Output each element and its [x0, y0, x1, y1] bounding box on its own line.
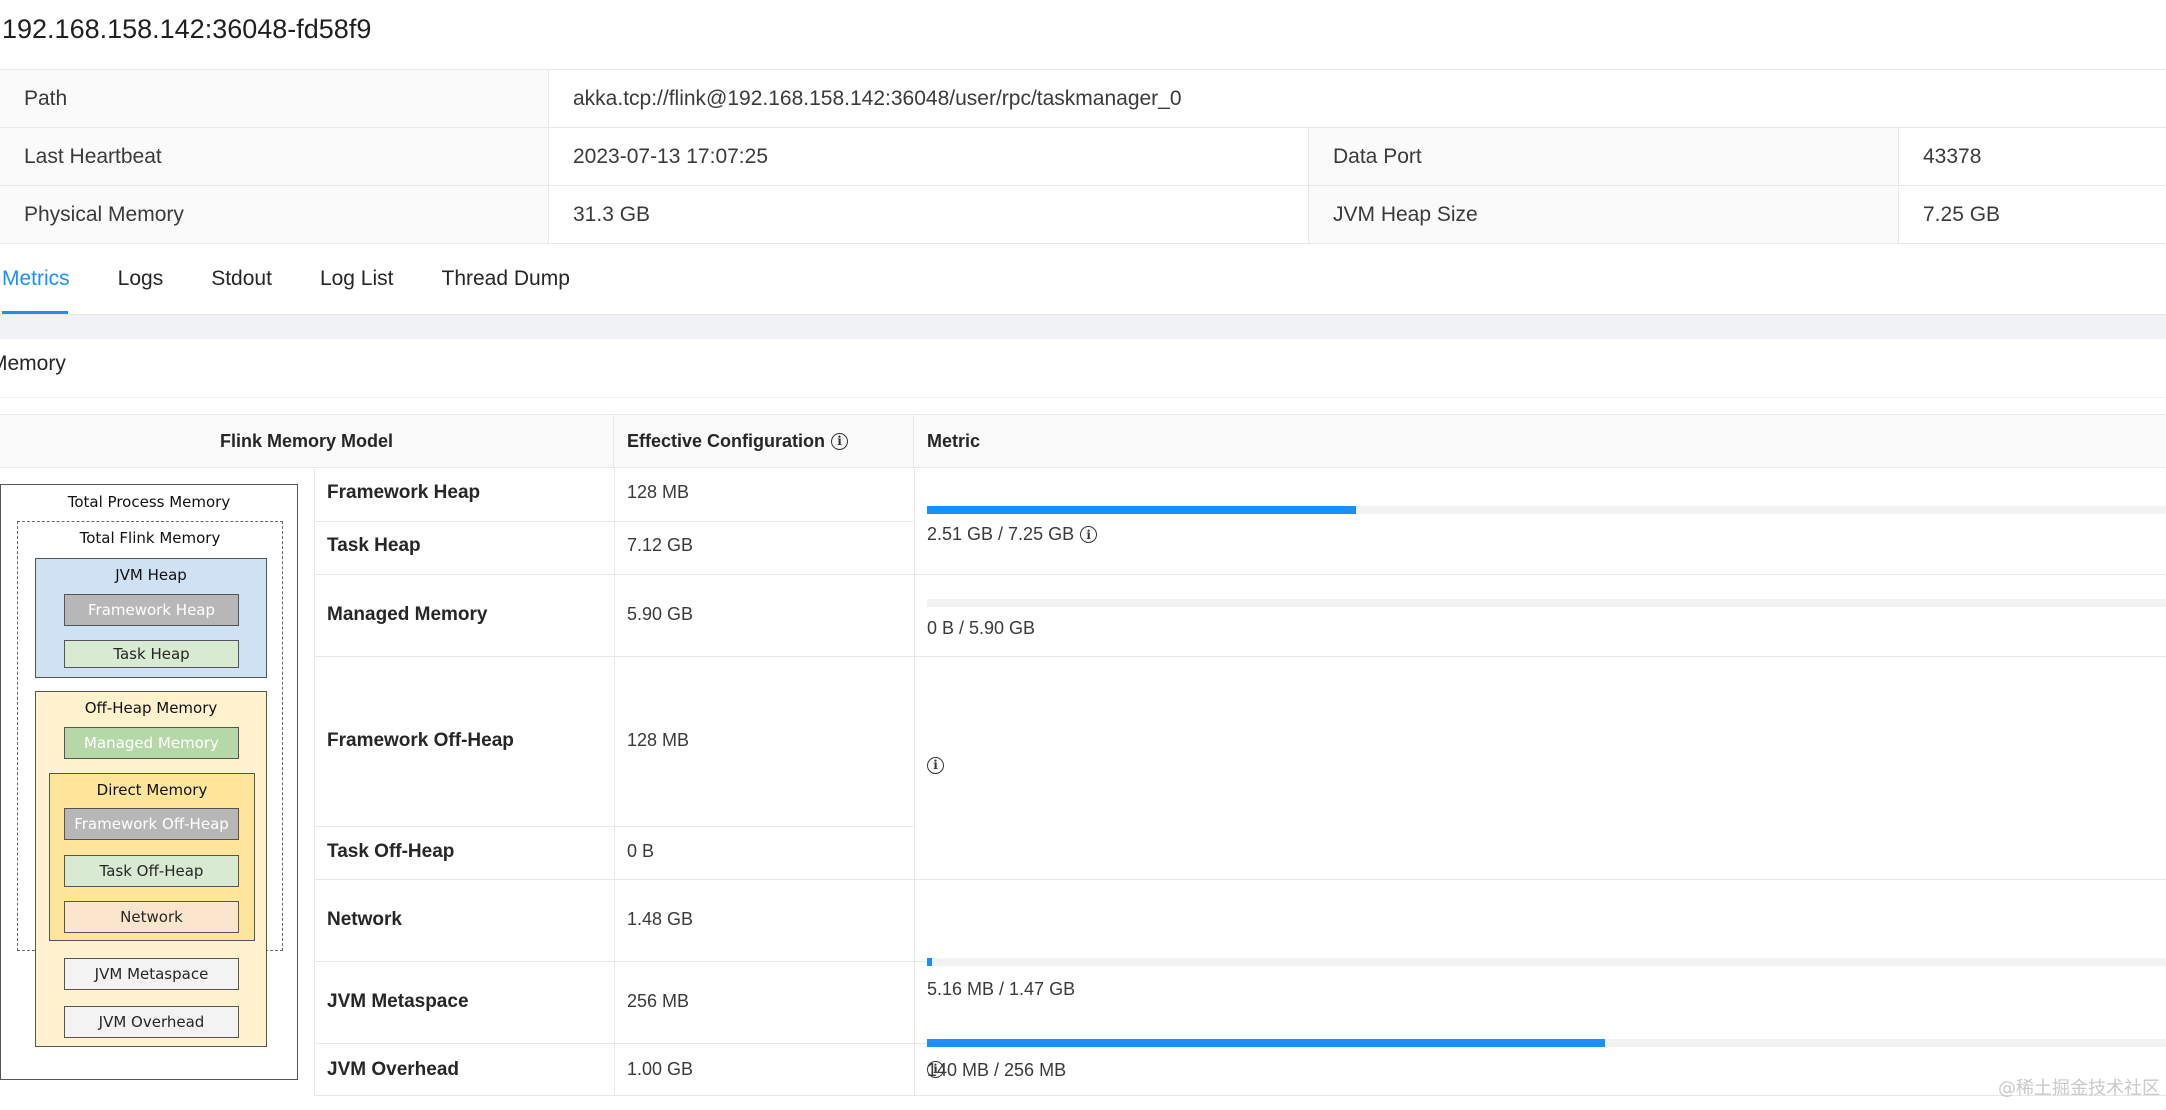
- row-network: Network: [327, 909, 402, 930]
- tab-stdout[interactable]: Stdout: [187, 244, 296, 314]
- framework-off-heap-info: i: [927, 756, 944, 774]
- network-usage-bar: [927, 958, 2166, 966]
- physical-memory-value: 31.3 GB: [549, 186, 1309, 243]
- row-divider: [314, 521, 914, 522]
- heap-usage-bar: [927, 506, 2166, 514]
- diagram-jvm-overhead: JVM Overhead: [64, 1006, 239, 1038]
- data-port-label: Data Port: [1309, 128, 1899, 185]
- watermark: @稀土掘金技术社区: [1998, 1078, 2160, 1099]
- info-row-path: Path akka.tcp://flink@192.168.158.142:36…: [0, 70, 2166, 128]
- row-divider: [314, 574, 2166, 575]
- tab-thread-dump[interactable]: Thread Dump: [418, 244, 594, 314]
- managed-memory-text: 0 B / 5.90 GB: [927, 618, 1036, 638]
- managed-memory-bar: [927, 599, 2166, 607]
- path-value: akka.tcp://flink@192.168.158.142:36048/u…: [549, 70, 2166, 127]
- tab-bar: Metrics Logs Stdout Log List Thread Dump: [0, 244, 2166, 314]
- diagram-task-off-heap: Task Off-Heap: [64, 855, 239, 887]
- column-divider: [314, 468, 315, 1096]
- info-row-heartbeat: Last Heartbeat 2023-07-13 17:07:25 Data …: [0, 128, 2166, 186]
- row-framework-off-heap: Framework Off-Heap: [327, 730, 514, 751]
- header-effective-configuration: Effective Configuration i: [614, 415, 914, 467]
- info-icon[interactable]: i: [1080, 526, 1098, 543]
- tab-metrics[interactable]: Metrics: [0, 244, 94, 314]
- jvm-overhead-info: i: [927, 1060, 944, 1078]
- info-icon[interactable]: i: [927, 756, 944, 774]
- diagram-framework-off-heap: Framework Off-Heap: [64, 808, 239, 840]
- memory-table-header: Flink Memory Model Effective Configurati…: [0, 414, 2166, 468]
- tab-logs[interactable]: Logs: [94, 244, 188, 314]
- heartbeat-value: 2023-07-13 17:07:25: [549, 128, 1309, 185]
- diagram-framework-heap: Framework Heap: [64, 594, 239, 626]
- diagram-jvm-metaspace: JVM Metaspace: [64, 958, 239, 990]
- row-framework-heap: Framework Heap: [327, 482, 481, 503]
- diagram-managed-memory: Managed Memory: [64, 727, 239, 759]
- row-divider: [314, 656, 2166, 657]
- taskmanager-info-table: Path akka.tcp://flink@192.168.158.142:36…: [0, 69, 2166, 244]
- header-metric: Metric: [927, 430, 981, 451]
- content-separator: [0, 314, 2166, 339]
- diagram-direct-memory: Direct Memory: [96, 781, 208, 799]
- row-divider: [314, 1095, 2166, 1096]
- row-divider: [314, 879, 2166, 880]
- card-divider: [0, 397, 2166, 398]
- jvm-heap-size-label: JVM Heap Size: [1309, 186, 1899, 243]
- value-task-off-heap: 0 B: [627, 841, 655, 861]
- row-managed-memory: Managed Memory: [327, 604, 488, 625]
- data-port-value: 43378: [1899, 128, 2166, 185]
- memory-card-title: Memory: [0, 352, 66, 375]
- metaspace-usage-bar: [927, 1039, 2166, 1047]
- path-label: Path: [0, 70, 549, 127]
- row-task-off-heap: Task Off-Heap: [327, 841, 455, 862]
- row-task-heap: Task Heap: [327, 535, 421, 556]
- tab-log-list[interactable]: Log List: [296, 244, 418, 314]
- diagram-network: Network: [64, 901, 239, 933]
- column-divider: [614, 468, 615, 1096]
- row-divider: [314, 826, 914, 827]
- column-divider: [914, 468, 915, 1096]
- memory-table-body: Framework Heap 128 MB Task Heap 7.12 GB …: [0, 468, 2166, 1096]
- header-memory-model: Flink Memory Model: [0, 415, 614, 467]
- value-task-heap: 7.12 GB: [627, 535, 694, 555]
- value-jvm-overhead: 1.00 GB: [627, 1059, 694, 1079]
- jvm-heap-size-value: 7.25 GB: [1899, 186, 2166, 243]
- row-jvm-metaspace: JVM Metaspace: [327, 991, 469, 1012]
- flink-memory-model-diagram: Total Process Memory Total Flink Memory …: [0, 484, 298, 1080]
- heap-usage-text: 2.51 GB / 7.25 GB i: [927, 524, 1098, 545]
- heartbeat-label: Last Heartbeat: [0, 128, 549, 185]
- diagram-off-heap-memory: Off-Heap Memory: [84, 699, 218, 717]
- value-managed-memory: 5.90 GB: [627, 604, 694, 624]
- value-network: 1.48 GB: [627, 909, 694, 929]
- info-icon[interactable]: i: [831, 432, 849, 450]
- memory-table: Flink Memory Model Effective Configurati…: [0, 414, 2166, 1096]
- row-jvm-overhead: JVM Overhead: [327, 1059, 459, 1080]
- diagram-total-process-memory: Total Process Memory: [67, 493, 231, 511]
- diagram-task-heap: Task Heap: [64, 640, 239, 668]
- value-framework-off-heap: 128 MB: [627, 730, 690, 750]
- info-icon[interactable]: i: [927, 1060, 944, 1078]
- value-framework-heap: 128 MB: [627, 482, 690, 502]
- metaspace-usage-text: 140 MB / 256 MB: [927, 1060, 1067, 1080]
- metaspace-usage-fill: [927, 1039, 1605, 1047]
- diagram-total-flink-memory: Total Flink Memory: [79, 529, 221, 547]
- physical-memory-label: Physical Memory: [0, 186, 549, 243]
- page-title: 192.168.158.142:36048-fd58f9: [2, 14, 372, 44]
- network-usage-fill: [927, 958, 932, 966]
- value-jvm-metaspace: 256 MB: [627, 991, 690, 1011]
- info-row-memory: Physical Memory 31.3 GB JVM Heap Size 7.…: [0, 186, 2166, 244]
- diagram-jvm-heap: JVM Heap: [115, 566, 187, 584]
- network-usage-text: 5.16 MB / 1.47 GB: [927, 979, 1076, 999]
- heap-usage-fill: [927, 506, 1356, 514]
